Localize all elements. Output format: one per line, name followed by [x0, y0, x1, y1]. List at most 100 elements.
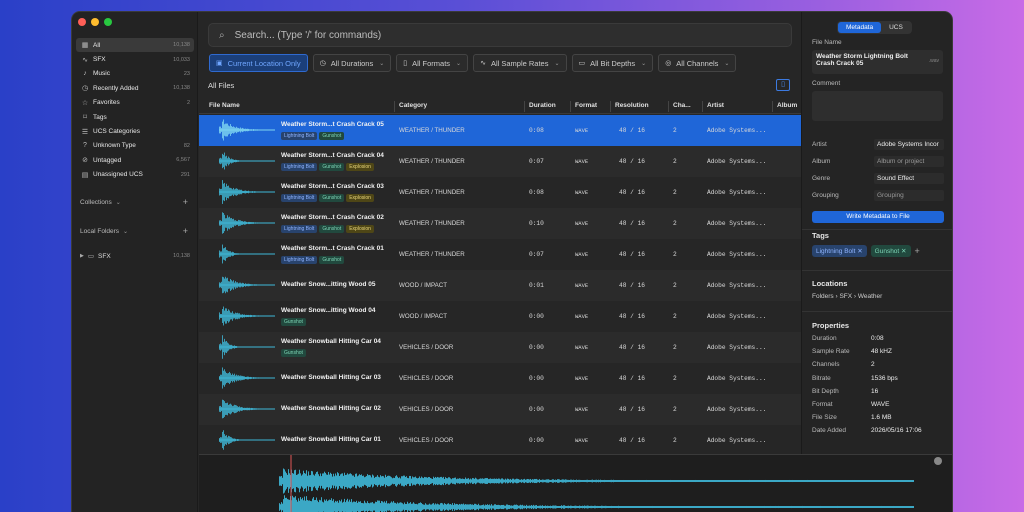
tag-badge[interactable]: Gunshot — [281, 318, 306, 326]
column-divider[interactable] — [702, 101, 703, 112]
tag-badge[interactable]: Explosion — [346, 194, 374, 202]
column-divider[interactable] — [570, 101, 571, 112]
field-input[interactable]: Sound Effect — [874, 172, 944, 184]
tag-badge[interactable]: Gunshot — [319, 225, 345, 233]
collections-section[interactable]: Collections ⌄ + — [80, 197, 188, 207]
column-divider[interactable] — [772, 101, 773, 112]
waveform-bar — [261, 191, 262, 193]
sidebar-item-tags[interactable]: ⌑ Tags — [76, 110, 194, 124]
tag-badge[interactable]: Gunshot — [281, 349, 306, 357]
sidebar-folder-sfx[interactable]: ▶ ▭ SFX 10,138 — [80, 252, 190, 261]
tag-badge[interactable]: Gunshot — [319, 132, 345, 140]
sidebar-item-unknown-type[interactable]: ? Unknown Type 82 — [76, 139, 194, 153]
column-header[interactable]: File Name — [209, 102, 240, 109]
table-row[interactable]: Weather Snowball Hitting Car 04 Gunshot VE… — [199, 332, 801, 363]
location-path[interactable]: Folders › SFX › Weather — [812, 293, 882, 300]
waveform-thumbnail[interactable] — [219, 179, 277, 205]
table-row[interactable]: Weather Storm...t Crash Crack 04 Lightnin… — [199, 146, 801, 177]
tag-badge[interactable]: Gunshot — [319, 256, 345, 264]
tag-badge[interactable]: Lightning Bolt — [281, 132, 318, 140]
table-row[interactable]: Weather Storm...t Crash Crack 03 Lightnin… — [199, 177, 801, 208]
local-folders-section[interactable]: Local Folders ⌄ + — [80, 226, 188, 236]
sidebar-item-sfx[interactable]: ∿ SFX 10,033 — [76, 52, 194, 66]
waveform-display[interactable] — [199, 455, 952, 512]
zoom-window-button[interactable] — [104, 18, 112, 26]
column-header[interactable]: Category — [399, 102, 427, 109]
field-input[interactable]: Album or project — [874, 155, 944, 167]
table-row[interactable]: Weather Storm...t Crash Crack 02 Lightnin… — [199, 208, 801, 239]
waveform-thumbnail[interactable] — [219, 117, 277, 143]
table-row[interactable]: Weather Storm...t Crash Crack 01 Lightnin… — [199, 239, 801, 270]
sidebar-item-recently-added[interactable]: ◷ Recently Added 10,138 — [76, 81, 194, 95]
tab-metadata[interactable]: Metadata — [838, 22, 882, 33]
tag-badge[interactable]: Lightning Bolt — [281, 256, 318, 264]
waveform-bar — [409, 503, 410, 511]
sidebar-item-ucs-categories[interactable]: ☰ UCS Categories — [76, 124, 194, 138]
search-bar[interactable]: ⌕ Search... (Type '/' for commands) — [208, 23, 792, 47]
filter-current-location-only[interactable]: ▣ Current Location Only — [209, 54, 308, 72]
waveform-thumbnail[interactable] — [219, 241, 277, 267]
waveform-thumbnail[interactable] — [219, 272, 277, 298]
search-input[interactable]: Search... (Type '/' for commands) — [235, 30, 382, 41]
column-divider[interactable] — [668, 101, 669, 112]
field-input[interactable]: Adobe Systems Incor — [874, 138, 944, 150]
filter-all-durations[interactable]: ◷ All Durations ⌄ — [312, 54, 392, 72]
column-divider[interactable] — [394, 101, 395, 112]
waveform-thumbnail[interactable] — [219, 396, 277, 422]
tag-badge[interactable]: Lightning Bolt — [281, 163, 318, 171]
filter-all-formats[interactable]: ▯ All Formats ⌄ — [396, 54, 469, 72]
column-header[interactable]: Album — [777, 102, 797, 109]
tag-badge[interactable]: Gunshot — [319, 194, 345, 202]
column-header[interactable]: Resolution — [615, 102, 649, 109]
table-row[interactable]: Weather Snow...itting Wood 04 Gunshot WOOD… — [199, 301, 801, 332]
waveform-thumbnail[interactable] — [219, 148, 277, 174]
waveform-bar — [786, 480, 787, 482]
tag-badge[interactable]: Lightning Bolt — [281, 225, 318, 233]
table-row[interactable]: Weather Snowball Hitting Car 02 VEHICLES … — [199, 394, 801, 425]
write-metadata-button[interactable]: Write Metadata to File — [812, 211, 944, 223]
table-row[interactable]: Weather Snowball Hitting Car 03 VEHICLES … — [199, 363, 801, 394]
column-header[interactable]: Duration — [529, 102, 556, 109]
column-divider[interactable] — [524, 101, 525, 112]
remove-tag-icon[interactable]: ✕ — [901, 248, 906, 255]
close-window-button[interactable] — [78, 18, 86, 26]
tag-chip[interactable]: Gunshot ✕ — [870, 245, 911, 257]
column-header[interactable]: Artist — [707, 102, 724, 109]
waveform-thumbnail[interactable] — [219, 210, 277, 236]
comment-field[interactable] — [812, 91, 943, 121]
panel-toggle-icon[interactable]: ▯ — [776, 79, 790, 91]
sidebar-item-favorites[interactable]: ☆ Favorites 2 — [76, 96, 194, 110]
tag-badge[interactable]: Lightning Bolt — [281, 194, 318, 202]
waveform-thumbnail[interactable] — [219, 303, 277, 329]
waveform-thumbnail[interactable] — [219, 427, 277, 452]
remove-tag-icon[interactable]: ✕ — [857, 248, 862, 255]
tab-ucs[interactable]: UCS — [881, 22, 911, 33]
tag-badge[interactable]: Explosion — [346, 225, 374, 233]
tag-chip[interactable]: Lightning Bolt ✕ — [812, 245, 867, 257]
sidebar-item-untagged[interactable]: ⊘ Untagged 6,567 — [76, 153, 194, 167]
column-header[interactable]: Cha... — [673, 102, 691, 109]
table-row[interactable]: Weather Snowball Hitting Car 01 VEHICLES … — [199, 425, 801, 452]
tag-badge[interactable]: Gunshot — [319, 163, 345, 171]
field-input[interactable]: Grouping — [874, 189, 944, 201]
column-divider[interactable] — [610, 101, 611, 112]
sidebar-item-all[interactable]: ▦ All 10,138 — [76, 38, 194, 53]
filter-all-bit-depths[interactable]: ▭ All Bit Depths ⌄ — [571, 54, 654, 72]
waveform-thumbnail[interactable] — [219, 334, 277, 360]
column-header[interactable]: Format — [575, 102, 597, 109]
add-folder-icon[interactable]: + — [183, 226, 188, 236]
add-collection-icon[interactable]: + — [183, 197, 188, 207]
add-tag-icon[interactable]: + — [915, 246, 920, 256]
tag-badge[interactable]: Explosion — [346, 163, 374, 171]
minimize-window-button[interactable] — [91, 18, 99, 26]
zoom-slider-handle[interactable] — [934, 457, 942, 465]
waveform-viewer[interactable] — [199, 454, 952, 512]
filter-all-channels[interactable]: ◎ All Channels ⌄ — [658, 54, 737, 72]
sidebar-item-music[interactable]: ♪ Music 23 — [76, 67, 194, 81]
sidebar-item-unassigned-ucs[interactable]: ▤ Unassigned UCS 291 — [76, 168, 194, 182]
file-name-field[interactable]: Weather Storm Lightning Bolt Crash Crack… — [812, 50, 943, 74]
waveform-thumbnail[interactable] — [219, 365, 277, 391]
table-row[interactable]: Weather Snow...itting Wood 05 WOOD / IMPA… — [199, 270, 801, 301]
table-row[interactable]: Weather Storm...t Crash Crack 05 Lightnin… — [199, 115, 801, 146]
filter-all-sample-rates[interactable]: ∿ All Sample Rates ⌄ — [473, 54, 567, 72]
